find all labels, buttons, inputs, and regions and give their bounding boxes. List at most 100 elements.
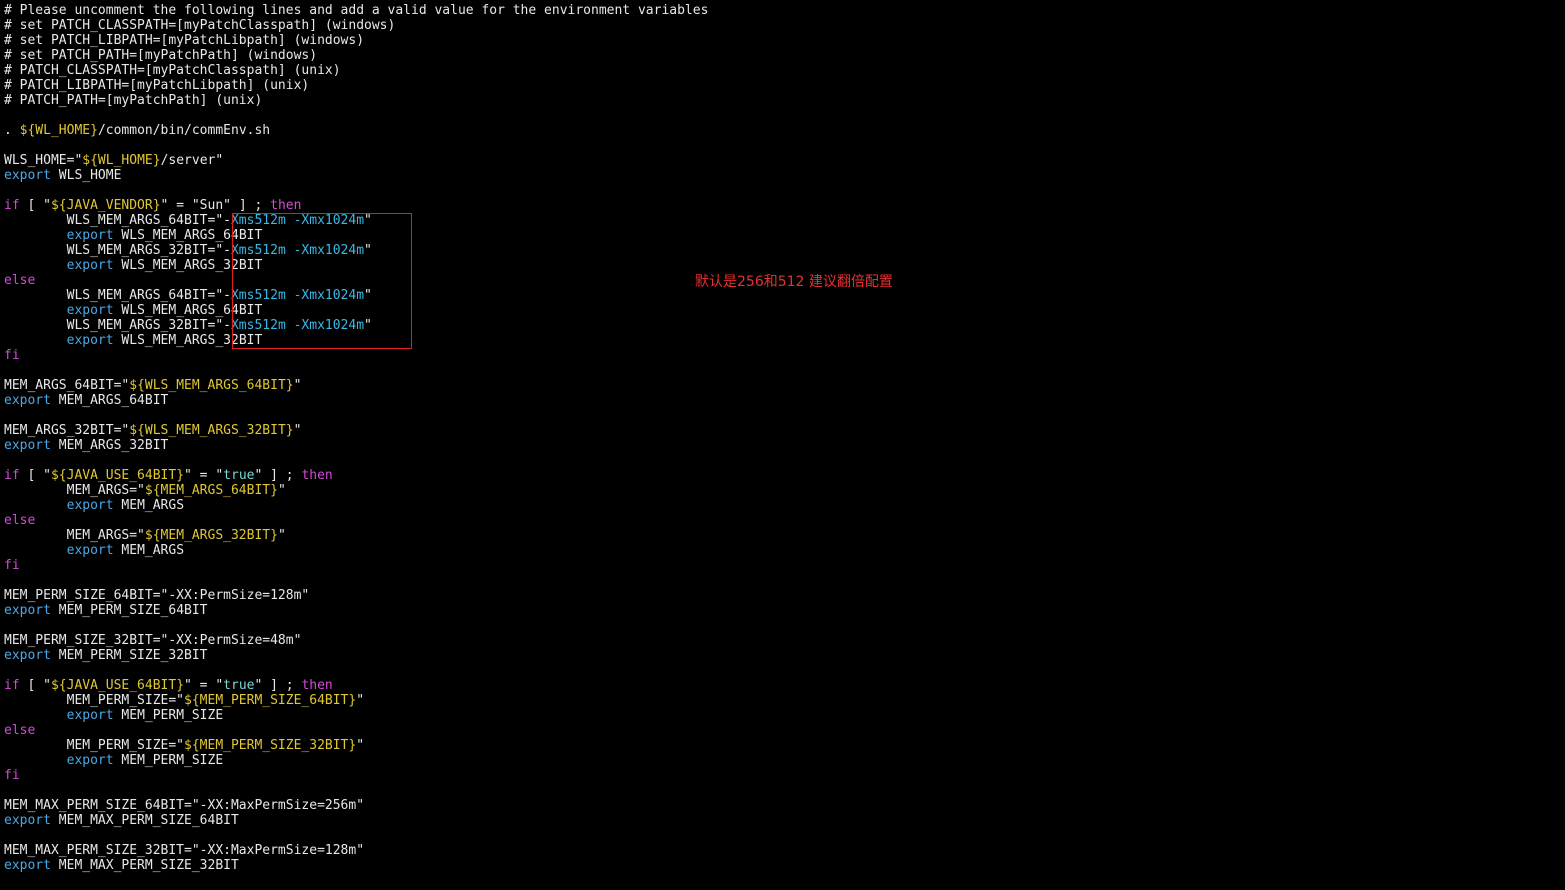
code-line: # PATCH_CLASSPATH=[myPatchClasspath] (un… bbox=[4, 63, 708, 78]
code-text: MEM_ARGS_32BIT=" bbox=[4, 423, 130, 438]
code-export-keyword: export bbox=[66, 303, 114, 318]
code-variable: ${JAVA_USE_64BIT} bbox=[50, 468, 185, 483]
code-export-keyword: export bbox=[66, 708, 114, 723]
code-comment: # PATCH_LIBPATH=[myPatchLibpath] (unix) bbox=[4, 78, 310, 93]
code-line: fi bbox=[4, 558, 708, 573]
code-variable: ${MEM_PERM_SIZE_32BIT} bbox=[184, 738, 357, 753]
code-line: MEM_ARGS_64BIT="${WLS_MEM_ARGS_64BIT}" bbox=[4, 378, 708, 393]
code-line: export MEM_ARGS bbox=[4, 543, 708, 558]
code-keyword: fi bbox=[4, 768, 20, 783]
code-text: /common/bin/commEnv.sh bbox=[97, 123, 271, 138]
code-keyword: then bbox=[301, 468, 333, 483]
code-line: export MEM_PERM_SIZE_32BIT bbox=[4, 648, 708, 663]
code-line: MEM_ARGS="${MEM_ARGS_32BIT}" bbox=[4, 528, 708, 543]
code-line: if [ "${JAVA_USE_64BIT}" = "true" ] ; th… bbox=[4, 468, 708, 483]
code-keyword: fi bbox=[4, 348, 20, 363]
code-line: MEM_PERM_SIZE="${MEM_PERM_SIZE_64BIT}" bbox=[4, 693, 708, 708]
code-export-keyword: export bbox=[4, 438, 51, 453]
code-keyword: else bbox=[4, 723, 36, 738]
code-comment: # PATCH_PATH=[myPatchPath] (unix) bbox=[4, 93, 263, 108]
terminal-editor[interactable]: # Please uncomment the following lines a… bbox=[0, 0, 1565, 890]
code-text: MEM_ARGS_64BIT bbox=[50, 393, 169, 408]
code-line: MEM_ARGS="${MEM_ARGS_64BIT}" bbox=[4, 483, 708, 498]
code-literal: true bbox=[223, 678, 255, 693]
code-line: export MEM_ARGS_64BIT bbox=[4, 393, 708, 408]
highlight-box bbox=[232, 213, 412, 349]
code-line: MEM_MAX_PERM_SIZE_64BIT="-XX:MaxPermSize… bbox=[4, 798, 708, 813]
code-text: [ " bbox=[19, 468, 51, 483]
code-variable: ${WLS_MEM_ARGS_32BIT} bbox=[129, 423, 294, 438]
code-export-keyword: export bbox=[66, 753, 114, 768]
code-text: /server" bbox=[160, 153, 224, 168]
code-keyword: then bbox=[301, 678, 333, 693]
code-comment: # Please uncomment the following lines a… bbox=[4, 3, 709, 18]
code-export-keyword: export bbox=[4, 393, 51, 408]
code-view[interactable]: # Please uncomment the following lines a… bbox=[4, 3, 708, 873]
code-line: if [ "${JAVA_VENDOR}" = "Sun" ] ; then bbox=[4, 198, 708, 213]
code-text: MEM_ARGS bbox=[113, 543, 185, 558]
code-text: " = " bbox=[184, 678, 224, 693]
code-text: MEM_MAX_PERM_SIZE_32BIT="-XX:MaxPermSize… bbox=[4, 843, 365, 858]
code-text: " = "Sun" ] ; bbox=[160, 198, 271, 213]
code-line: fi bbox=[4, 348, 708, 363]
code-comment: # set PATCH_PATH=[myPatchPath] (windows) bbox=[4, 48, 318, 63]
code-line: MEM_PERM_SIZE_64BIT="-XX:PermSize=128m" bbox=[4, 588, 708, 603]
code-line: else bbox=[4, 513, 708, 528]
code-keyword: then bbox=[270, 198, 302, 213]
code-text: " bbox=[277, 528, 286, 543]
code-line: . ${WL_HOME}/common/bin/commEnv.sh bbox=[4, 123, 708, 138]
code-text: MEM_PERM_SIZE=" bbox=[4, 738, 185, 753]
code-keyword: if bbox=[4, 198, 20, 213]
code-comment: # PATCH_CLASSPATH=[myPatchClasspath] (un… bbox=[4, 63, 341, 78]
code-line: export MEM_PERM_SIZE bbox=[4, 708, 708, 723]
code-export-keyword: export bbox=[66, 228, 114, 243]
code-export-keyword: export bbox=[4, 603, 51, 618]
code-export-keyword: export bbox=[66, 258, 114, 273]
code-export-keyword: export bbox=[4, 168, 51, 183]
code-line: export MEM_ARGS bbox=[4, 498, 708, 513]
code-variable: ${WL_HOME} bbox=[19, 123, 98, 138]
code-text: MEM_PERM_SIZE bbox=[113, 753, 224, 768]
code-line: # PATCH_PATH=[myPatchPath] (unix) bbox=[4, 93, 708, 108]
code-text: [ " bbox=[19, 678, 51, 693]
code-text: MEM_PERM_SIZE_32BIT bbox=[50, 648, 208, 663]
code-text: " bbox=[293, 378, 302, 393]
code-line: MEM_ARGS_32BIT="${WLS_MEM_ARGS_32BIT}" bbox=[4, 423, 708, 438]
code-line: if [ "${JAVA_USE_64BIT}" = "true" ] ; th… bbox=[4, 678, 708, 693]
code-literal: true bbox=[223, 468, 255, 483]
code-text: MEM_PERM_SIZE=" bbox=[4, 693, 185, 708]
code-text: MEM_PERM_SIZE_32BIT="-XX:PermSize=48m" bbox=[4, 633, 302, 648]
code-variable: ${MEM_ARGS_32BIT} bbox=[144, 528, 278, 543]
code-export-keyword: export bbox=[66, 543, 114, 558]
code-text: [ " bbox=[19, 198, 51, 213]
code-line: # set PATCH_LIBPATH=[myPatchLibpath] (wi… bbox=[4, 33, 708, 48]
code-text: MEM_ARGS=" bbox=[4, 483, 145, 498]
code-keyword: else bbox=[4, 513, 36, 528]
code-variable: ${MEM_ARGS_64BIT} bbox=[144, 483, 278, 498]
code-text: WLS_MEM_ARGS_32BIT="- bbox=[4, 318, 231, 333]
code-text: MEM_ARGS=" bbox=[4, 528, 145, 543]
code-line: WLS_HOME="${WL_HOME}/server" bbox=[4, 153, 708, 168]
code-text: MEM_ARGS_64BIT=" bbox=[4, 378, 130, 393]
code-text: MEM_ARGS bbox=[113, 498, 185, 513]
code-text: WLS_MEM_ARGS_64BIT="- bbox=[4, 213, 231, 228]
code-text: MEM_PERM_SIZE_64BIT bbox=[50, 603, 208, 618]
code-keyword: if bbox=[4, 468, 20, 483]
code-export-keyword: export bbox=[66, 498, 114, 513]
code-text: WLS_MEM_ARGS_64BIT="- bbox=[4, 288, 231, 303]
code-text: MEM_PERM_SIZE_64BIT="-XX:PermSize=128m" bbox=[4, 588, 310, 603]
code-text: " bbox=[293, 423, 302, 438]
